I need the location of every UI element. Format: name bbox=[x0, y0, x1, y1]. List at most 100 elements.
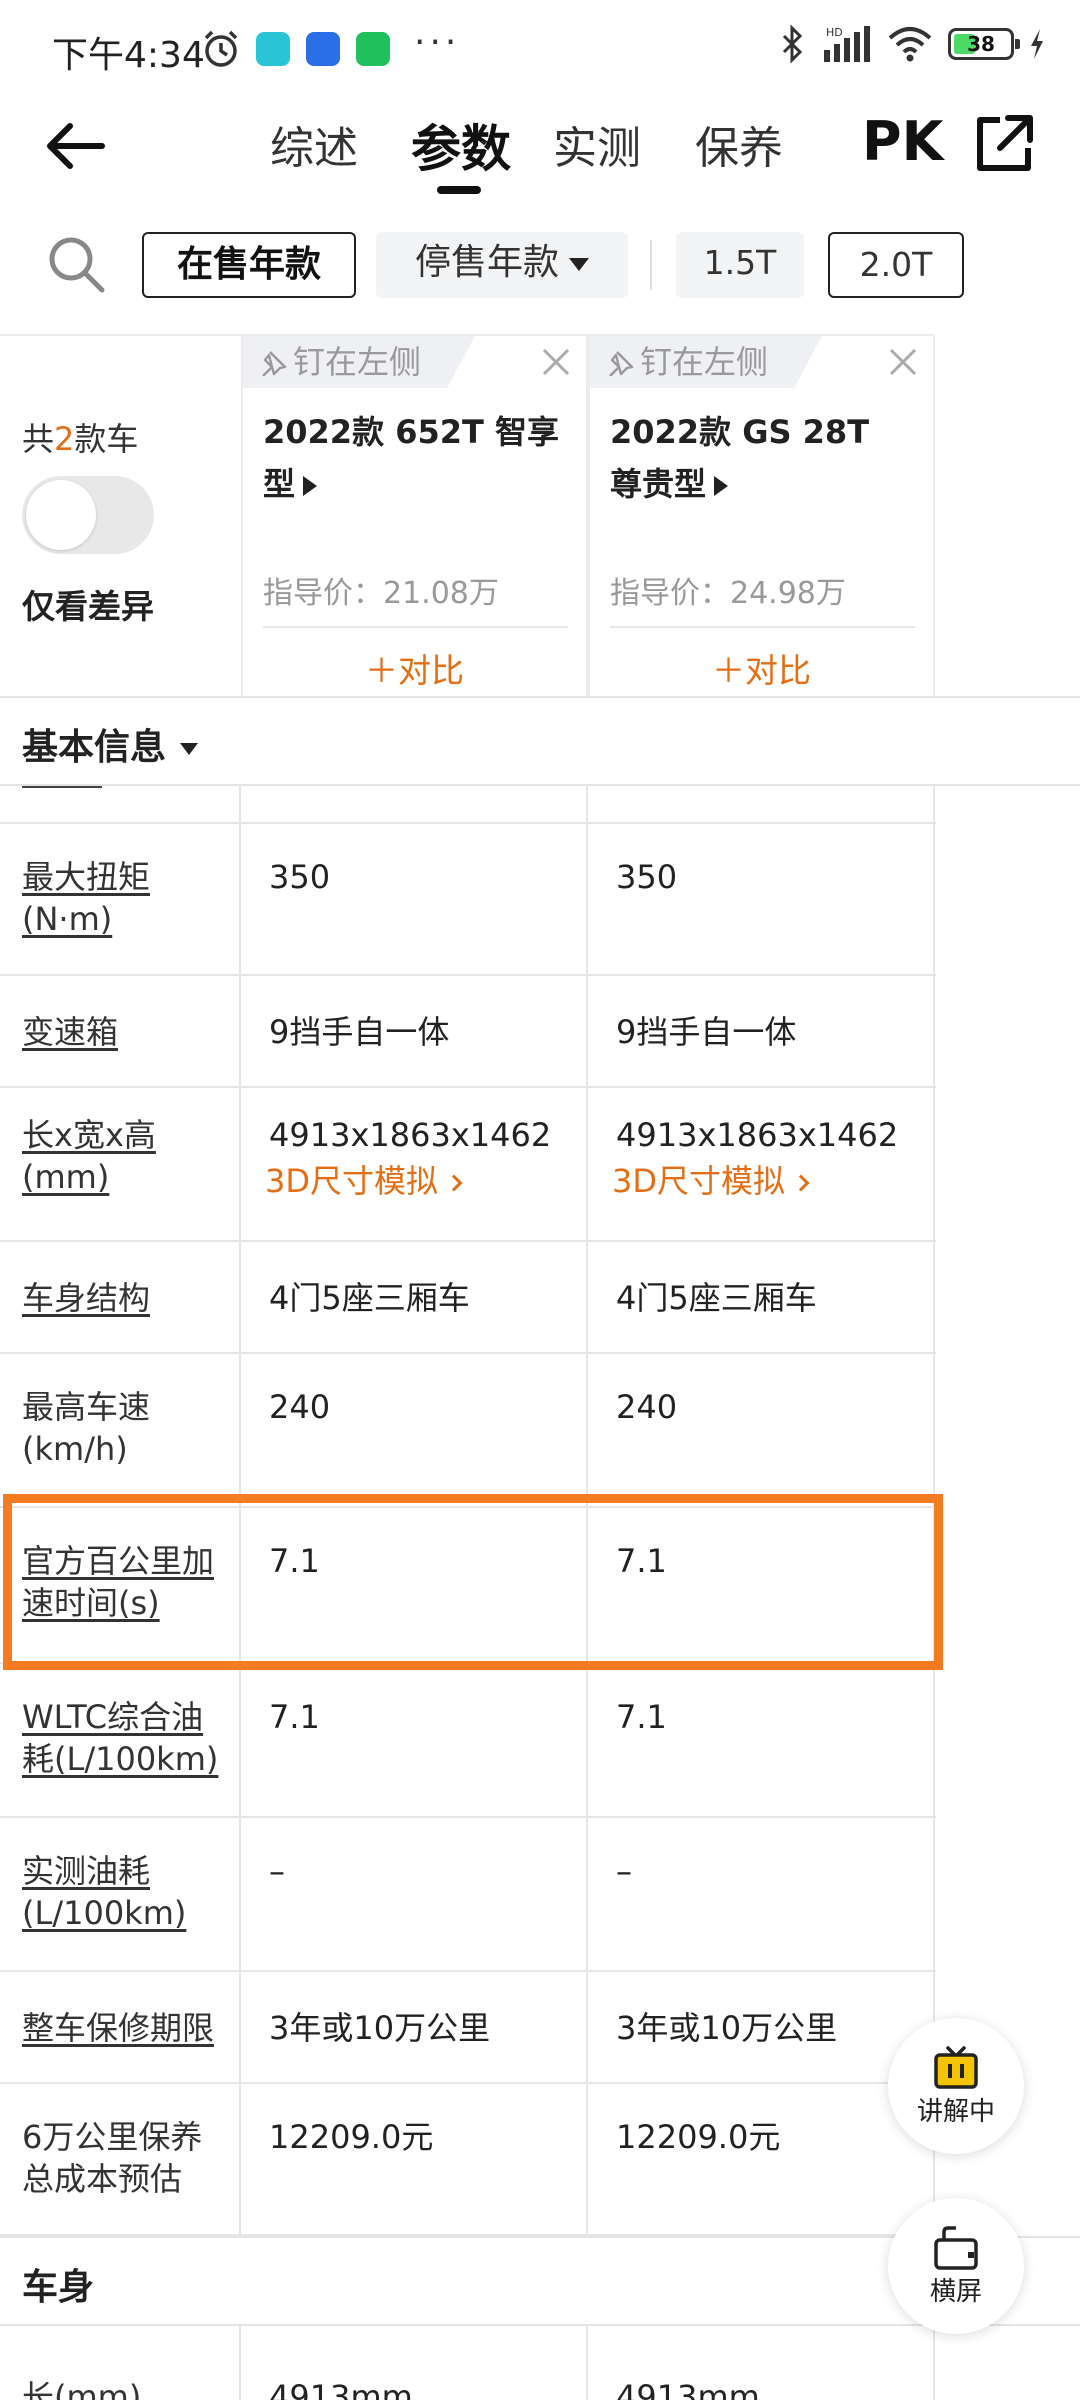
pin-left-button[interactable]: 钉在左侧 bbox=[590, 336, 822, 388]
value-text: 12209.0元 bbox=[616, 2118, 781, 2156]
engine-chip-1-5t[interactable]: 1.5T bbox=[676, 232, 804, 298]
play-arrow-icon bbox=[714, 476, 729, 496]
status-time: 下午4:34 bbox=[52, 35, 205, 76]
value-text: 4913x1863x1462 bbox=[616, 1116, 899, 1154]
battery-indicator: 38 bbox=[948, 28, 1020, 60]
value-cell: 4913mm bbox=[241, 2326, 588, 2400]
row-label-cell: 6万公里保养总成本预估 bbox=[0, 2084, 241, 2234]
search-icon[interactable] bbox=[44, 232, 108, 296]
close-icon[interactable] bbox=[540, 346, 572, 378]
value-cell: 12209.0元 bbox=[241, 2084, 588, 2234]
value-cell: 9挡手自一体 bbox=[588, 976, 935, 1086]
discontinued-years-label: 停售年款 bbox=[414, 242, 559, 283]
rotate-screen-icon bbox=[934, 2226, 978, 2270]
table-row: WLTC综合油耗(L/100km) 7.1 7.1 bbox=[0, 1664, 936, 1818]
value-text: 3年或10万公里 bbox=[616, 2009, 838, 2047]
diff-only-toggle[interactable] bbox=[22, 476, 154, 554]
row-label: WLTC综合油耗(L/100km) bbox=[22, 1698, 219, 1778]
divider bbox=[263, 626, 568, 628]
bluetooth-icon bbox=[782, 24, 803, 64]
model-column-2: 钉在左侧 2022款 GS 28T 尊贵型 指导价：24.98万 ＋对比 bbox=[588, 334, 935, 696]
row-label: 6万公里保养总成本预估 bbox=[22, 2118, 203, 2198]
value-text: 4门5座三厢车 bbox=[269, 1279, 470, 1317]
table-row: 变速箱 9挡手自一体 9挡手自一体 bbox=[0, 976, 936, 1088]
chat-app-icon bbox=[356, 32, 390, 66]
model-column-1: 钉在左侧 2022款 652T 智享型 指导价：21.08万 ＋对比 bbox=[241, 334, 588, 696]
summary-column: 共2款车 仅看差异 bbox=[0, 334, 241, 696]
row-label: 整车保修期限 bbox=[22, 2009, 215, 2047]
value-cell: – bbox=[241, 1818, 588, 1970]
value-cell: 240 bbox=[588, 1354, 935, 1506]
tab-test[interactable]: 实测 bbox=[553, 114, 695, 194]
row-label: 长x宽x高(mm) bbox=[22, 1116, 156, 1196]
value-cell: – bbox=[588, 1818, 935, 1970]
value-cell: 7.1 bbox=[241, 1664, 588, 1816]
toggle-knob bbox=[26, 480, 96, 550]
value-text: 350 bbox=[269, 858, 331, 896]
share-icon[interactable] bbox=[972, 112, 1036, 176]
explain-button[interactable]: 讲解中 bbox=[888, 2018, 1024, 2154]
row-label-cell[interactable]: 车身结构 bbox=[0, 1242, 241, 1352]
add-compare-button[interactable]: ＋对比 bbox=[590, 644, 933, 692]
filter-bar: 在售年款 停售年款 1.5T 2.0T bbox=[0, 230, 1080, 304]
value-text: 4913mm bbox=[269, 2378, 413, 2400]
value-text: 240 bbox=[616, 1388, 678, 1426]
row-label-cell[interactable]: 整车保修期限 bbox=[0, 1972, 241, 2082]
play-arrow-icon bbox=[303, 476, 318, 496]
table-row-partial bbox=[0, 786, 936, 824]
value-cell: 7.1 bbox=[241, 1508, 588, 1662]
tab-maintenance[interactable]: 保养 bbox=[695, 114, 825, 194]
model-header: 共2款车 仅看差异 钉在左侧 2022款 652T 智享型 指导价：21.08万… bbox=[0, 334, 1080, 696]
section-basic-info[interactable]: 基本信息 bbox=[0, 696, 1080, 786]
section-title-text: 基本信息 bbox=[22, 727, 167, 768]
upload-app-icon bbox=[306, 32, 340, 66]
close-icon[interactable] bbox=[887, 346, 919, 378]
value-cell bbox=[241, 786, 588, 822]
back-arrow-icon[interactable] bbox=[40, 116, 110, 176]
row-label-cell[interactable]: WLTC综合油耗(L/100km) bbox=[0, 1664, 241, 1816]
row-label: 车身结构 bbox=[22, 1279, 151, 1317]
pin-label: 钉在左侧 bbox=[293, 343, 422, 381]
dimension-3d-link[interactable]: 3D尺寸模拟 bbox=[265, 1160, 463, 1202]
signal-icon: HD bbox=[824, 26, 870, 62]
pin-left-button[interactable]: 钉在左侧 bbox=[243, 336, 475, 388]
tab-overview[interactable]: 综述 bbox=[270, 114, 411, 194]
dimension-3d-label: 3D尺寸模拟 bbox=[612, 1162, 786, 1200]
value-text: 9挡手自一体 bbox=[616, 1013, 797, 1051]
value-cell: 4913mm bbox=[588, 2326, 935, 2400]
model-name-link[interactable]: 2022款 GS 28T 尊贵型 bbox=[610, 406, 910, 510]
add-compare-button[interactable]: ＋对比 bbox=[243, 644, 586, 692]
battery-percentage: 38 bbox=[967, 32, 995, 56]
row-label: 变速箱 bbox=[22, 1013, 119, 1051]
value-text: 7.1 bbox=[269, 1542, 320, 1580]
value-cell: 4913x1863x1462 3D尺寸模拟 bbox=[241, 1088, 588, 1240]
top-navigation: 综述 参数 实测 保养 PK bbox=[0, 96, 1080, 206]
engine-chip-2-0t[interactable]: 2.0T bbox=[828, 232, 964, 298]
discontinued-years-dropdown[interactable]: 停售年款 bbox=[376, 232, 628, 298]
table-row: 最高车速(km/h) 240 240 bbox=[0, 1354, 936, 1508]
value-text: 7.1 bbox=[616, 1698, 667, 1736]
row-label-cell[interactable]: 长x宽x高(mm) bbox=[0, 1088, 241, 1240]
row-label-cell[interactable]: 变速箱 bbox=[0, 976, 241, 1086]
model-name-link[interactable]: 2022款 652T 智享型 bbox=[263, 406, 563, 510]
status-bar: 下午4:34 ··· HD 38 bbox=[0, 0, 1080, 96]
value-text: 4913x1863x1462 bbox=[269, 1116, 552, 1154]
tv-icon bbox=[934, 2046, 978, 2089]
pk-button[interactable]: PK bbox=[862, 110, 943, 173]
value-text: 4门5座三厢车 bbox=[616, 1279, 817, 1317]
row-label-cell[interactable]: 实测油耗(L/100km) bbox=[0, 1818, 241, 1970]
row-label-cell[interactable]: 长(mm) bbox=[0, 2326, 241, 2400]
diff-only-label: 仅看差异 bbox=[22, 587, 154, 626]
guide-price: 指导价：21.08万 bbox=[263, 576, 499, 611]
row-label-cell[interactable]: 官方百公里加速时间(s) bbox=[0, 1508, 241, 1662]
value-cell: 350 bbox=[588, 824, 935, 974]
value-cell: 4门5座三厢车 bbox=[241, 1242, 588, 1352]
chevron-right-icon bbox=[445, 1174, 463, 1192]
on-sale-years-chip[interactable]: 在售年款 bbox=[142, 232, 356, 298]
value-text: 3年或10万公里 bbox=[269, 2009, 491, 2047]
landscape-button[interactable]: 横屏 bbox=[888, 2198, 1024, 2334]
row-label-cell[interactable]: 最大扭矩(N·m) bbox=[0, 824, 241, 974]
count-number: 2 bbox=[54, 420, 75, 458]
dimension-3d-link[interactable]: 3D尺寸模拟 bbox=[612, 1160, 810, 1202]
tab-parameters[interactable]: 参数 bbox=[411, 114, 553, 194]
